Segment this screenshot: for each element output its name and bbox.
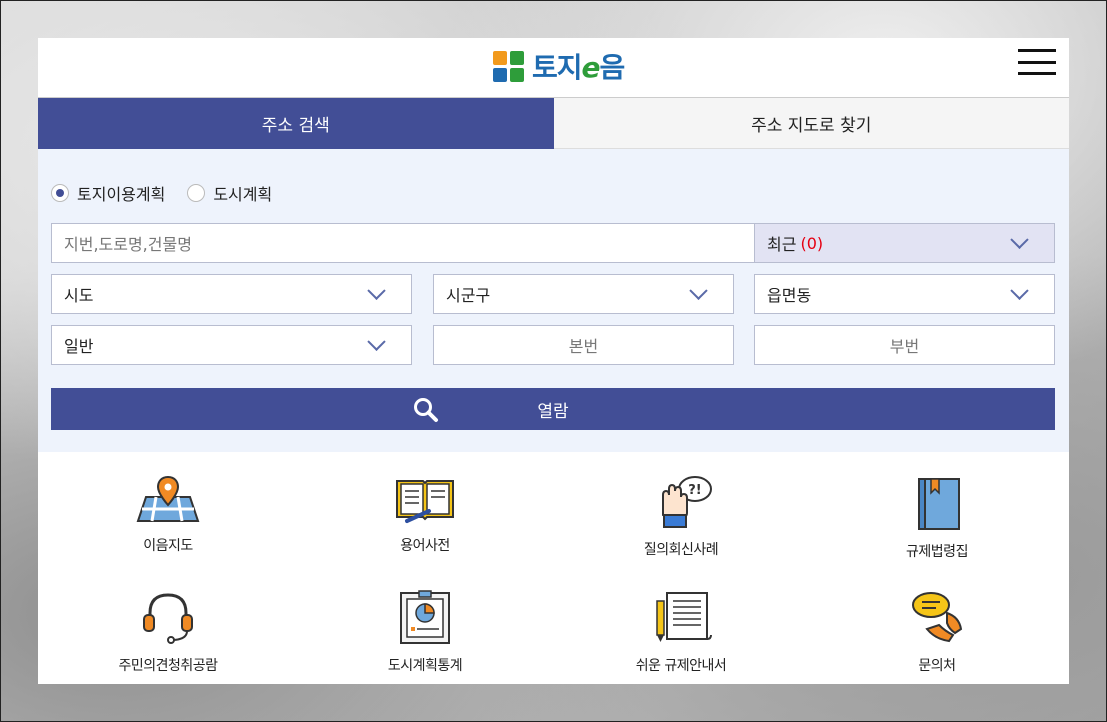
sigungu-value: 시군구 — [446, 286, 491, 305]
chart-clipboard-icon — [400, 590, 450, 644]
radio-urban-plan[interactable]: 도시계획 — [187, 181, 272, 205]
tab-address-search[interactable]: 주소 검색 — [38, 98, 554, 149]
chevron-down-icon — [1010, 281, 1029, 300]
sido-value: 시도 — [64, 286, 94, 305]
recent-label: 최근 — [767, 235, 797, 254]
menu-label: 문의처 — [918, 658, 956, 674]
logo[interactable]: 토지e음 — [493, 48, 625, 84]
eupmyeondong-value: 읍면동 — [767, 286, 812, 305]
sub-number-input[interactable]: 부번 — [754, 325, 1055, 365]
sub-number-placeholder: 부번 — [889, 337, 920, 356]
menu-label: 주민의견청취공람 — [118, 658, 218, 674]
eupmyeondong-select[interactable]: 읍면동 — [754, 274, 1055, 314]
tab-map-search[interactable]: 주소 지도로 찾기 — [553, 98, 1069, 149]
radio-unchecked-icon — [187, 184, 206, 202]
lot-type-select[interactable]: 일반 — [51, 325, 412, 365]
menu-label: 이음지도 — [143, 538, 193, 554]
search-icon — [414, 398, 438, 422]
view-button-label: 열람 — [537, 401, 569, 422]
chevron-down-icon — [1010, 230, 1029, 249]
view-button[interactable]: 열람 — [51, 388, 1055, 430]
address-placeholder: 지번,도로명,건물명 — [64, 235, 192, 254]
logo-mark-icon — [493, 50, 524, 82]
law-book-icon — [918, 478, 960, 530]
open-book-icon — [396, 480, 454, 523]
phone-chat-icon — [912, 592, 963, 643]
address-search-input[interactable]: 지번,도로명,건물명 — [51, 223, 755, 263]
hamburger-menu-icon[interactable] — [1018, 49, 1056, 75]
logo-text: 토지e음 — [532, 51, 625, 84]
menu-item-public-hearing[interactable]: 주민의견청취공람 — [58, 589, 278, 675]
radio-checked-icon — [51, 184, 69, 202]
sido-select[interactable]: 시도 — [51, 274, 412, 314]
header: 토지e음 — [38, 38, 1069, 98]
recent-searches-dropdown[interactable]: 최근 (0) — [754, 223, 1055, 263]
menu-item-qa-cases[interactable]: ?! 질의회신사례 — [571, 475, 791, 559]
menu-item-urban-plan-stats[interactable]: 도시계획통계 — [315, 589, 535, 675]
radio-label: 도시계획 — [213, 185, 273, 204]
chevron-down-icon — [367, 332, 386, 351]
search-panel: 토지이용계획 도시계획 지번,도로명,건물명 최근(0) 시도 시군구 읍면동 — [38, 149, 1069, 452]
document-pencil-icon — [656, 592, 712, 642]
lot-type-value: 일반 — [64, 337, 94, 356]
main-number-input[interactable]: 본번 — [433, 325, 734, 365]
map-pin-icon — [136, 475, 200, 522]
tab-bar: 주소 검색 주소 지도로 찾기 — [38, 98, 1069, 149]
svg-text:?!: ?! — [688, 483, 701, 498]
menu-label: 질의회신사례 — [643, 542, 719, 558]
menu-item-regulation-laws[interactable]: 규제법령집 — [827, 475, 1047, 561]
menu-item-eum-map[interactable]: 이음지도 — [58, 475, 278, 555]
menu-item-contact[interactable]: 문의처 — [827, 589, 1047, 675]
menu-label: 도시계획통계 — [387, 658, 463, 674]
plan-type-radios: 토지이용계획 도시계획 — [51, 181, 272, 205]
app-frame: 토지e음 주소 검색 주소 지도로 찾기 토지이용계획 도시계획 지번,도로명,… — [38, 38, 1069, 684]
recent-count: (0) — [800, 233, 824, 253]
menu-item-glossary[interactable]: 용어사전 — [315, 475, 535, 555]
menu-item-easy-regulation-guide[interactable]: 쉬운 규제안내서 — [571, 589, 791, 675]
menu-label: 규제법령집 — [906, 544, 968, 560]
main-number-placeholder: 본번 — [568, 337, 599, 356]
radio-land-use-plan[interactable]: 토지이용계획 — [51, 181, 165, 205]
headset-icon — [143, 593, 193, 644]
sigungu-select[interactable]: 시군구 — [433, 274, 734, 314]
chevron-down-icon — [689, 281, 708, 300]
radio-label: 토지이용계획 — [77, 185, 166, 204]
menu-label: 용어사전 — [400, 538, 450, 554]
menu-label: 쉬운 규제안내서 — [635, 658, 727, 674]
chevron-down-icon — [367, 281, 386, 300]
raised-hand-question-icon: ?! — [662, 476, 712, 528]
quick-menu: 이음지도 용어사전 ?! 질의회신사례 규제법령집 주민의견청취공람 도시계획통… — [38, 452, 1069, 684]
